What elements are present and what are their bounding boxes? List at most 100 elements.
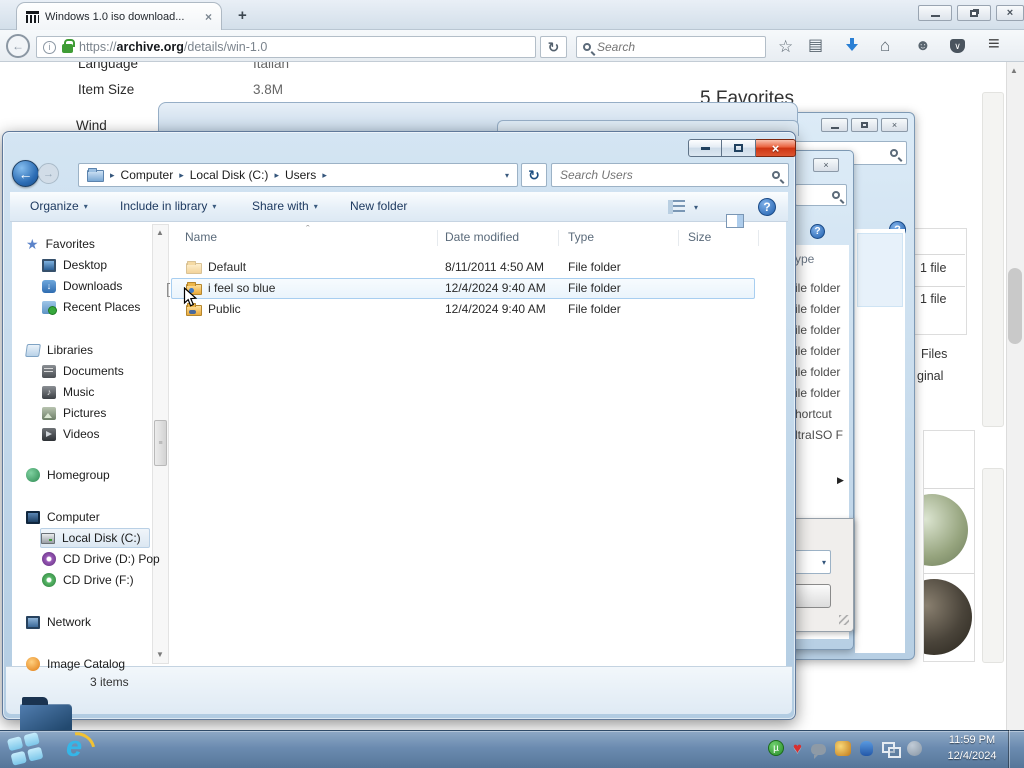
new-folder-button[interactable]: New folder: [350, 199, 407, 213]
scroll-down-arrow[interactable]: ▼: [156, 650, 164, 659]
sidebar-item-libraries[interactable]: Libraries: [25, 340, 93, 360]
sidebar-item-cd-drive-f[interactable]: CD Drive (F:): [42, 570, 134, 590]
start-button[interactable]: [6, 732, 44, 766]
reading-list-icon[interactable]: ▤: [808, 38, 823, 54]
column-divider[interactable]: [437, 230, 438, 246]
blue-tray-icon[interactable]: [859, 740, 873, 756]
back-button[interactable]: ←: [12, 160, 39, 187]
browser-search-input[interactable]: [597, 40, 759, 54]
show-desktop-button[interactable]: [1008, 730, 1024, 768]
browser-search-bar[interactable]: [576, 36, 766, 58]
related-thumbnail[interactable]: [924, 494, 968, 566]
bg-close-button[interactable]: ×: [881, 118, 908, 132]
view-dropdown-icon[interactable]: ▾: [694, 203, 698, 212]
browser-scrollbar[interactable]: [1006, 62, 1024, 730]
bg-minimize-button[interactable]: [821, 118, 848, 132]
column-header-size[interactable]: Size: [688, 230, 711, 244]
sidebar-item-recent-places[interactable]: Recent Places: [42, 297, 140, 317]
sidebar-item-pictures[interactable]: Pictures: [42, 403, 106, 423]
heart-tray-icon[interactable]: ♥: [793, 741, 802, 756]
sidebar-item-desktop[interactable]: Desktop: [42, 255, 107, 275]
sidebar-item-homegroup[interactable]: Homegroup: [26, 465, 110, 485]
breadcrumb-users[interactable]: Users: [285, 168, 316, 182]
https-lock-icon[interactable]: [62, 39, 75, 53]
expand-arrow-icon[interactable]: ▶: [837, 475, 844, 486]
sidebar-item-local-disk-c[interactable]: Local Disk (C:): [40, 528, 150, 548]
refresh-button[interactable]: ↻: [521, 163, 547, 187]
column-divider[interactable]: [758, 230, 759, 246]
page-info-icon[interactable]: i: [43, 40, 56, 54]
file-count-fragment[interactable]: 1 file: [920, 292, 946, 306]
browser-close-button[interactable]: ×: [996, 5, 1024, 21]
breadcrumb-computer[interactable]: Computer: [121, 168, 174, 182]
url-bar[interactable]: i https://archive.org/details/win-1.0: [36, 36, 536, 58]
downloads-icon[interactable]: [846, 38, 858, 52]
sidebar-item-image-catalog[interactable]: Image Catalog: [26, 654, 125, 674]
maximize-button[interactable]: [722, 139, 756, 157]
address-dropdown-icon[interactable]: ▾: [505, 171, 509, 180]
sidebar-item-network[interactable]: Network: [26, 612, 91, 632]
preview-pane-icon[interactable]: [726, 214, 744, 228]
new-tab-button[interactable]: +: [238, 7, 247, 24]
pocket-icon[interactable]: ∨: [950, 39, 965, 53]
help-button[interactable]: ?: [758, 198, 776, 216]
sidebar-item-downloads[interactable]: ↓ Downloads: [42, 276, 122, 296]
browser-scrollbar-thumb[interactable]: [1008, 268, 1022, 344]
utorrent-tray-icon[interactable]: µ: [768, 740, 784, 756]
sidebar-item-videos[interactable]: Videos: [42, 424, 99, 444]
network-tray-icon[interactable]: [881, 741, 901, 758]
menu-icon[interactable]: ≡: [988, 34, 1000, 54]
file-row-i-feel-so-blue[interactable]: i feel so blue: [186, 281, 275, 295]
scroll-up-arrow[interactable]: ▲: [1010, 66, 1018, 75]
home-icon[interactable]: ⌂: [880, 37, 890, 54]
browser-tab[interactable]: Windows 1.0 iso download... ×: [16, 2, 222, 30]
file-row-default[interactable]: Default: [186, 260, 246, 274]
explorer-search-box[interactable]: [551, 163, 789, 187]
tab-close-icon[interactable]: ×: [205, 10, 212, 24]
original-fragment[interactable]: ginal: [917, 369, 943, 383]
sidebar-item-favorites[interactable]: ★ Favorites: [26, 234, 95, 254]
browser-restore-button[interactable]: [957, 5, 991, 21]
resize-grip[interactable]: [839, 615, 849, 625]
help-icon[interactable]: ?: [810, 224, 825, 239]
column-header-name[interactable]: Name: [185, 230, 217, 244]
show-all-fragment[interactable]: Files: [921, 347, 947, 361]
forward-button[interactable]: →: [38, 163, 59, 184]
address-bar[interactable]: ▸ Computer ▸ Local Disk (C:) ▸ Users ▸ ▾: [78, 163, 518, 187]
chat-bubble-tray-icon[interactable]: [810, 743, 826, 759]
bookmark-star-icon[interactable]: ☆: [778, 38, 793, 55]
volume-tray-icon[interactable]: [906, 740, 922, 756]
browser-minimize-button[interactable]: [918, 5, 952, 21]
sidebar-item-documents[interactable]: Documents: [42, 361, 124, 381]
related-thumbnail[interactable]: [924, 579, 972, 655]
bg-close-button[interactable]: ×: [813, 158, 839, 172]
column-header-date-modified[interactable]: Date modified: [445, 230, 519, 244]
taskbar-internet-explorer[interactable]: e: [66, 732, 82, 762]
sidebar-item-music[interactable]: ♪ Music: [42, 382, 94, 402]
sidebar-scrollbar-thumb[interactable]: ≡: [154, 420, 167, 466]
background-dialog[interactable]: ▾: [786, 518, 854, 632]
minimize-button[interactable]: [688, 139, 722, 157]
breadcrumb-local-disk[interactable]: Local Disk (C:): [190, 168, 269, 182]
change-view-icon[interactable]: [668, 200, 685, 214]
file-count-fragment[interactable]: 1 file: [920, 261, 946, 275]
reload-button[interactable]: ↻: [540, 36, 567, 58]
dialog-dropdown[interactable]: ▾: [791, 550, 831, 574]
close-button[interactable]: ×: [756, 139, 796, 157]
bg-search-box[interactable]: [795, 184, 847, 206]
explorer-search-input[interactable]: [560, 168, 766, 182]
hello-chat-icon[interactable]: ☻: [915, 38, 931, 53]
column-divider[interactable]: [558, 230, 559, 246]
column-header-type[interactable]: Type: [568, 230, 594, 244]
sidebar-item-cd-drive-d[interactable]: CD Drive (D:) Pop: [42, 549, 160, 569]
browser-back-button[interactable]: ←: [6, 34, 30, 58]
organize-menu[interactable]: Organize ▾: [30, 199, 88, 213]
bg-maximize-button[interactable]: [851, 118, 878, 132]
sidebar-item-computer[interactable]: Computer: [26, 507, 100, 527]
scroll-up-arrow[interactable]: ▲: [156, 228, 164, 237]
taskbar-clock[interactable]: 11:59 PM 12/4/2024: [936, 733, 1008, 765]
share-with-menu[interactable]: Share with ▾: [252, 199, 318, 213]
gold-tray-icon[interactable]: [834, 740, 851, 756]
column-divider[interactable]: [678, 230, 679, 246]
include-in-library-menu[interactable]: Include in library ▾: [120, 199, 216, 213]
